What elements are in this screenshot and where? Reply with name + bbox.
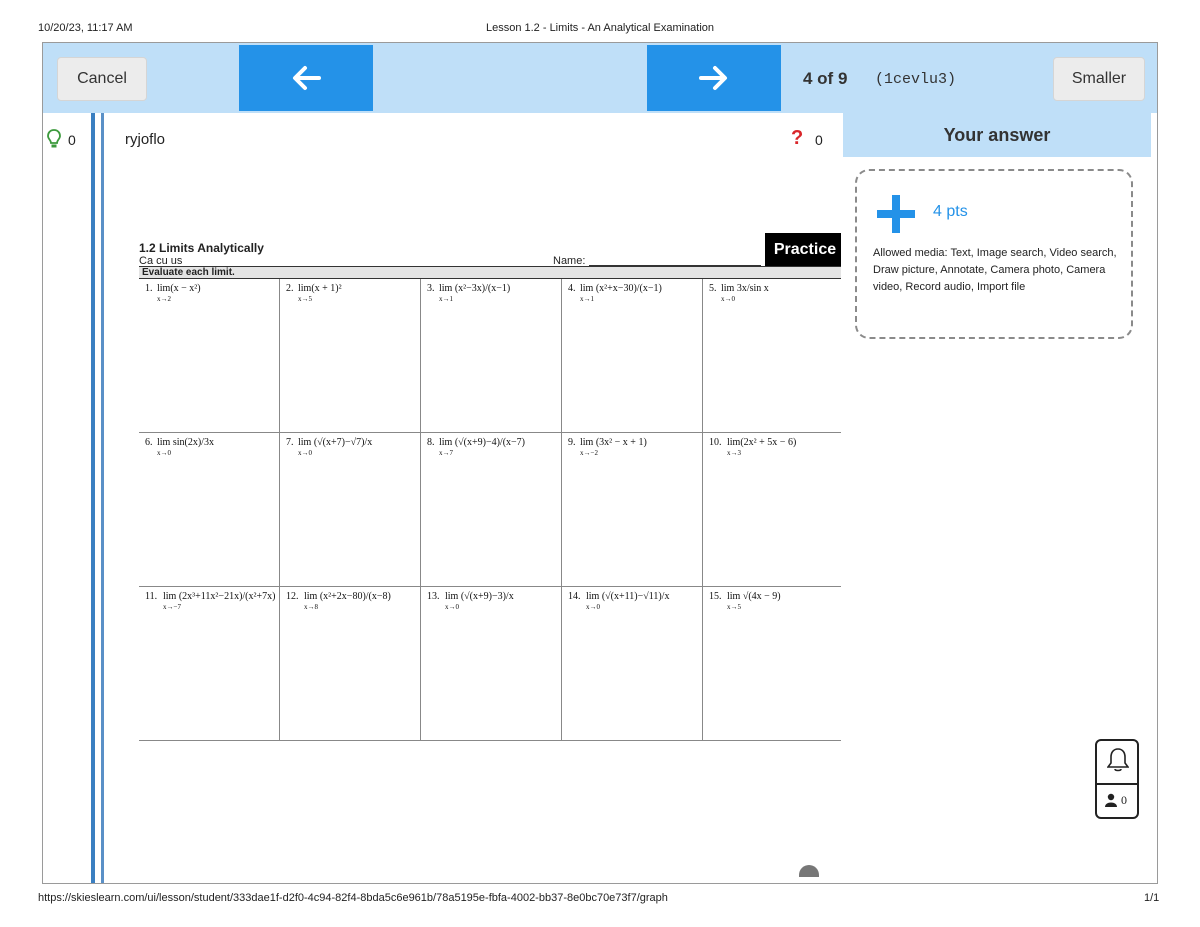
next-button[interactable]	[647, 45, 781, 111]
problem-limit-subscript: x→1	[580, 295, 594, 303]
problem-limit-subscript: x→0	[721, 295, 735, 303]
problem-expression: lim(x + 1)²	[298, 283, 342, 294]
smaller-button[interactable]: Smaller	[1053, 57, 1145, 101]
problem-number: 8.	[427, 437, 435, 448]
problem-limit-subscript: x→5	[727, 603, 741, 611]
cancel-button[interactable]: Cancel	[57, 57, 147, 101]
points-label: 4 pts	[933, 203, 968, 220]
problem-limit-subscript: x→3	[727, 449, 741, 457]
problem-cell: 11. lim (2x³+11x²−21x)/(x²+7x) x→−7	[139, 587, 280, 741]
bell-icon[interactable]	[1107, 747, 1129, 773]
divider	[101, 113, 104, 883]
problem-expression: lim (x²−3x)/(x−1)	[439, 283, 511, 294]
problem-expression: lim (√(x+9)−3)/x	[445, 591, 514, 602]
page-counter: 4 of 9	[803, 69, 848, 88]
notification-count: 0	[1121, 793, 1127, 807]
print-title: Lesson 1.2 - Limits - An Analytical Exam…	[485, 22, 715, 34]
problem-expression: lim (3x² − x + 1)	[580, 437, 647, 448]
problem-cell: 6. lim sin(2x)/3x x→0	[139, 433, 280, 587]
problem-cell: 8. lim (√(x+9)−4)/(x−7) x→7	[421, 433, 562, 587]
problem-number: 9.	[568, 437, 576, 448]
workspace-canvas[interactable]: ryjoflo ? 0 1.2 Limits Analytically Ca c…	[105, 113, 845, 883]
problem-expression: lim (√(x+9)−4)/(x−7)	[439, 437, 526, 448]
previous-button[interactable]	[239, 45, 373, 111]
problem-limit-subscript: x→−2	[580, 449, 598, 457]
problem-limit-subscript: x→0	[445, 603, 459, 611]
problem-limit-subscript: x→0	[157, 449, 171, 457]
problem-number: 4.	[568, 283, 576, 294]
problem-expression: lim (√(x+7)−√7)/x	[298, 437, 373, 448]
print-url: https://skieslearn.com/ui/lesson/student…	[38, 892, 668, 904]
problem-limit-subscript: x→8	[304, 603, 318, 611]
allowed-media-text: Allowed media: Text, Image search, Video…	[873, 247, 1117, 293]
notification-widget[interactable]: 0	[1095, 739, 1139, 819]
problem-number: 6.	[145, 437, 153, 448]
problem-cell: 9. lim (3x² − x + 1) x→−2	[562, 433, 703, 587]
problem-number: 11.	[145, 591, 158, 602]
answer-dropzone[interactable]: 4 pts Allowed media: Text, Image search,…	[855, 169, 1133, 339]
problem-number: 10.	[709, 437, 722, 448]
problem-number: 14.	[568, 591, 581, 602]
problem-limit-subscript: x→0	[298, 449, 312, 457]
problem-cell: 2. lim(x + 1)² x→5	[280, 279, 421, 433]
problem-cell: 13. lim (√(x+9)−3)/x x→0	[421, 587, 562, 741]
problem-cell: 10. lim(2x² + 5x − 6) x→3	[703, 433, 844, 587]
problem-grid: 1. lim(x − x²) x→2 2. lim(x + 1)² x→5 3. lim (x…	[139, 279, 844, 741]
worksheet-image: 1.2 Limits Analytically Ca cu us Name: P…	[139, 233, 845, 741]
problem-number: 1.	[145, 283, 153, 294]
lesson-code: (1cevlu3)	[875, 71, 957, 88]
problem-expression: lim (2x³+11x²−21x)/(x²+7x)	[163, 591, 276, 602]
problem-number: 3.	[427, 283, 435, 294]
lightbulb-icon[interactable]	[47, 129, 61, 149]
arrow-left-icon	[293, 66, 321, 90]
problem-limit-subscript: x→2	[157, 295, 171, 303]
problem-cell: 3. lim (x²−3x)/(x−1) x→1	[421, 279, 562, 433]
arrow-right-icon	[699, 66, 727, 90]
problem-limit-subscript: x→7	[439, 449, 453, 457]
problem-limit-subscript: x→5	[298, 295, 312, 303]
problem-limit-subscript: x→1	[439, 295, 453, 303]
problem-expression: lim √(4x − 9)	[727, 591, 781, 602]
problem-cell: 5. lim 3x/sin x x→0	[703, 279, 844, 433]
question-mark-icon[interactable]: ?	[791, 127, 803, 150]
problem-number: 15.	[709, 591, 722, 602]
plus-icon[interactable]	[875, 193, 917, 235]
problem-limit-subscript: x→−7	[163, 603, 181, 611]
problem-cell: 1. lim(x − x²) x→2	[139, 279, 280, 433]
problem-number: 13.	[427, 591, 440, 602]
problem-number: 7.	[286, 437, 294, 448]
problem-number: 2.	[286, 283, 294, 294]
divider	[1097, 783, 1137, 785]
problem-expression: lim sin(2x)/3x	[157, 437, 214, 448]
problem-cell: 14. lim (√(x+11)−√11)/x x→0	[562, 587, 703, 741]
problem-expression: lim (√(x+11)−√11)/x	[586, 591, 670, 602]
problem-number: 12.	[286, 591, 299, 602]
problem-number: 5.	[709, 283, 717, 294]
problem-limit-subscript: x→0	[586, 603, 600, 611]
person-icon	[1105, 793, 1117, 807]
worksheet-title: 1.2 Limits Analytically	[139, 241, 264, 255]
top-toolbar: Cancel 4 of 9 (1cevlu3) Smaller	[43, 43, 1157, 113]
help-count: 0	[815, 132, 823, 148]
problem-expression: lim (x²+2x−80)/(x−8)	[304, 591, 391, 602]
worksheet-instruction: Evaluate each limit.	[139, 266, 841, 279]
divider	[91, 113, 95, 883]
problem-expression: lim(2x² + 5x − 6)	[727, 437, 797, 448]
lesson-frame: Cancel 4 of 9 (1cevlu3) Smaller 0 ryjofl…	[42, 42, 1158, 884]
problem-cell: 12. lim (x²+2x−80)/(x−8) x→8	[280, 587, 421, 741]
practice-badge: Practice	[765, 233, 845, 267]
answer-header: Your answer	[843, 113, 1151, 157]
problem-cell: 15. lim √(4x − 9) x→5	[703, 587, 844, 741]
problem-expression: lim (x²+x−30)/(x−1)	[580, 283, 662, 294]
hint-count: 0	[68, 132, 76, 148]
problem-expression: lim 3x/sin x	[721, 283, 769, 294]
print-page: 1/1	[1144, 892, 1160, 904]
problem-cell: 4. lim (x²+x−30)/(x−1) x→1	[562, 279, 703, 433]
problem-cell: 7. lim (√(x+7)−√7)/x x→0	[280, 433, 421, 587]
username: ryjoflo	[125, 131, 166, 148]
problem-expression: lim(x − x²)	[157, 283, 201, 294]
